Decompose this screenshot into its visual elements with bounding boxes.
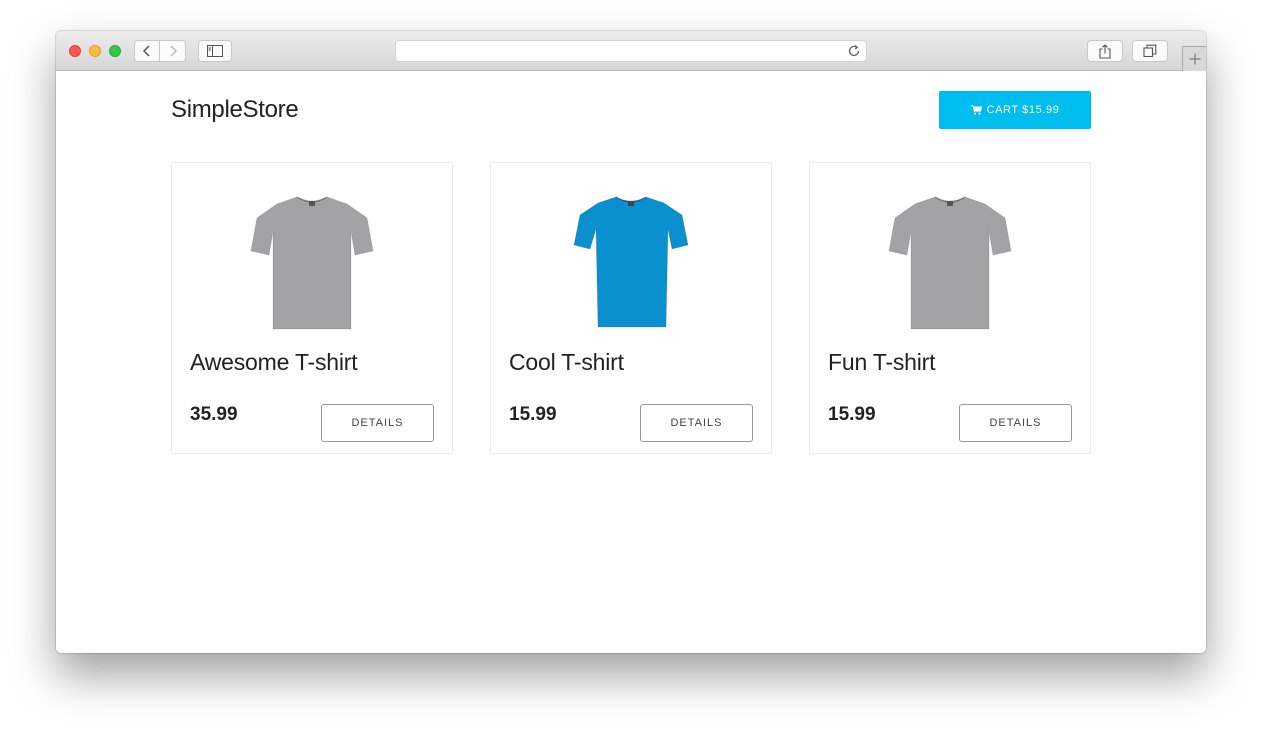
share-icon (1099, 43, 1111, 59)
shopping-cart-icon (970, 105, 982, 115)
product-card: Cool T-shirt 15.99 DETAILS (490, 162, 772, 454)
tshirt-image[interactable] (568, 193, 694, 333)
address-bar[interactable] (395, 40, 867, 62)
browser-toolbar (56, 31, 1206, 71)
tabs-icon (1143, 44, 1157, 58)
product-card: Fun T-shirt 15.99 DETAILS (809, 162, 1091, 454)
reload-icon[interactable] (847, 44, 861, 58)
sidebar-icon (207, 45, 223, 57)
maximize-window-button[interactable] (109, 45, 121, 57)
product-card: Awesome T-shirt 35.99 DETAILS (171, 162, 453, 454)
share-button[interactable] (1087, 40, 1123, 62)
details-button[interactable]: DETAILS (959, 404, 1072, 442)
product-name: Fun T-shirt (828, 349, 936, 375)
product-name: Awesome T-shirt (190, 349, 358, 375)
plus-icon (1189, 53, 1200, 65)
tshirt-image[interactable] (249, 193, 375, 333)
chevron-left-icon (142, 45, 150, 57)
store-page: SimpleStore CART $15.99 Awesome T-shirt … (56, 72, 1206, 653)
product-price: 15.99 (828, 404, 876, 425)
sidebar-toggle-button[interactable] (198, 40, 232, 62)
product-price: 15.99 (509, 404, 557, 425)
forward-button[interactable] (160, 40, 186, 62)
back-button[interactable] (134, 40, 160, 62)
close-window-button[interactable] (69, 45, 81, 57)
minimize-window-button[interactable] (89, 45, 101, 57)
new-tab-button[interactable] (1182, 46, 1206, 71)
store-brand-logo[interactable]: SimpleStore (171, 96, 299, 124)
chevron-right-icon (169, 45, 177, 57)
browser-window: SimpleStore CART $15.99 Awesome T-shirt … (56, 31, 1206, 653)
cart-button[interactable]: CART $15.99 (939, 91, 1091, 129)
show-tabs-button[interactable] (1132, 40, 1168, 62)
product-price: 35.99 (190, 404, 238, 425)
tshirt-image[interactable] (887, 193, 1013, 333)
details-button[interactable]: DETAILS (640, 404, 753, 442)
product-name: Cool T-shirt (509, 349, 624, 375)
details-button[interactable]: DETAILS (321, 404, 434, 442)
cart-label: CART $15.99 (986, 104, 1060, 116)
